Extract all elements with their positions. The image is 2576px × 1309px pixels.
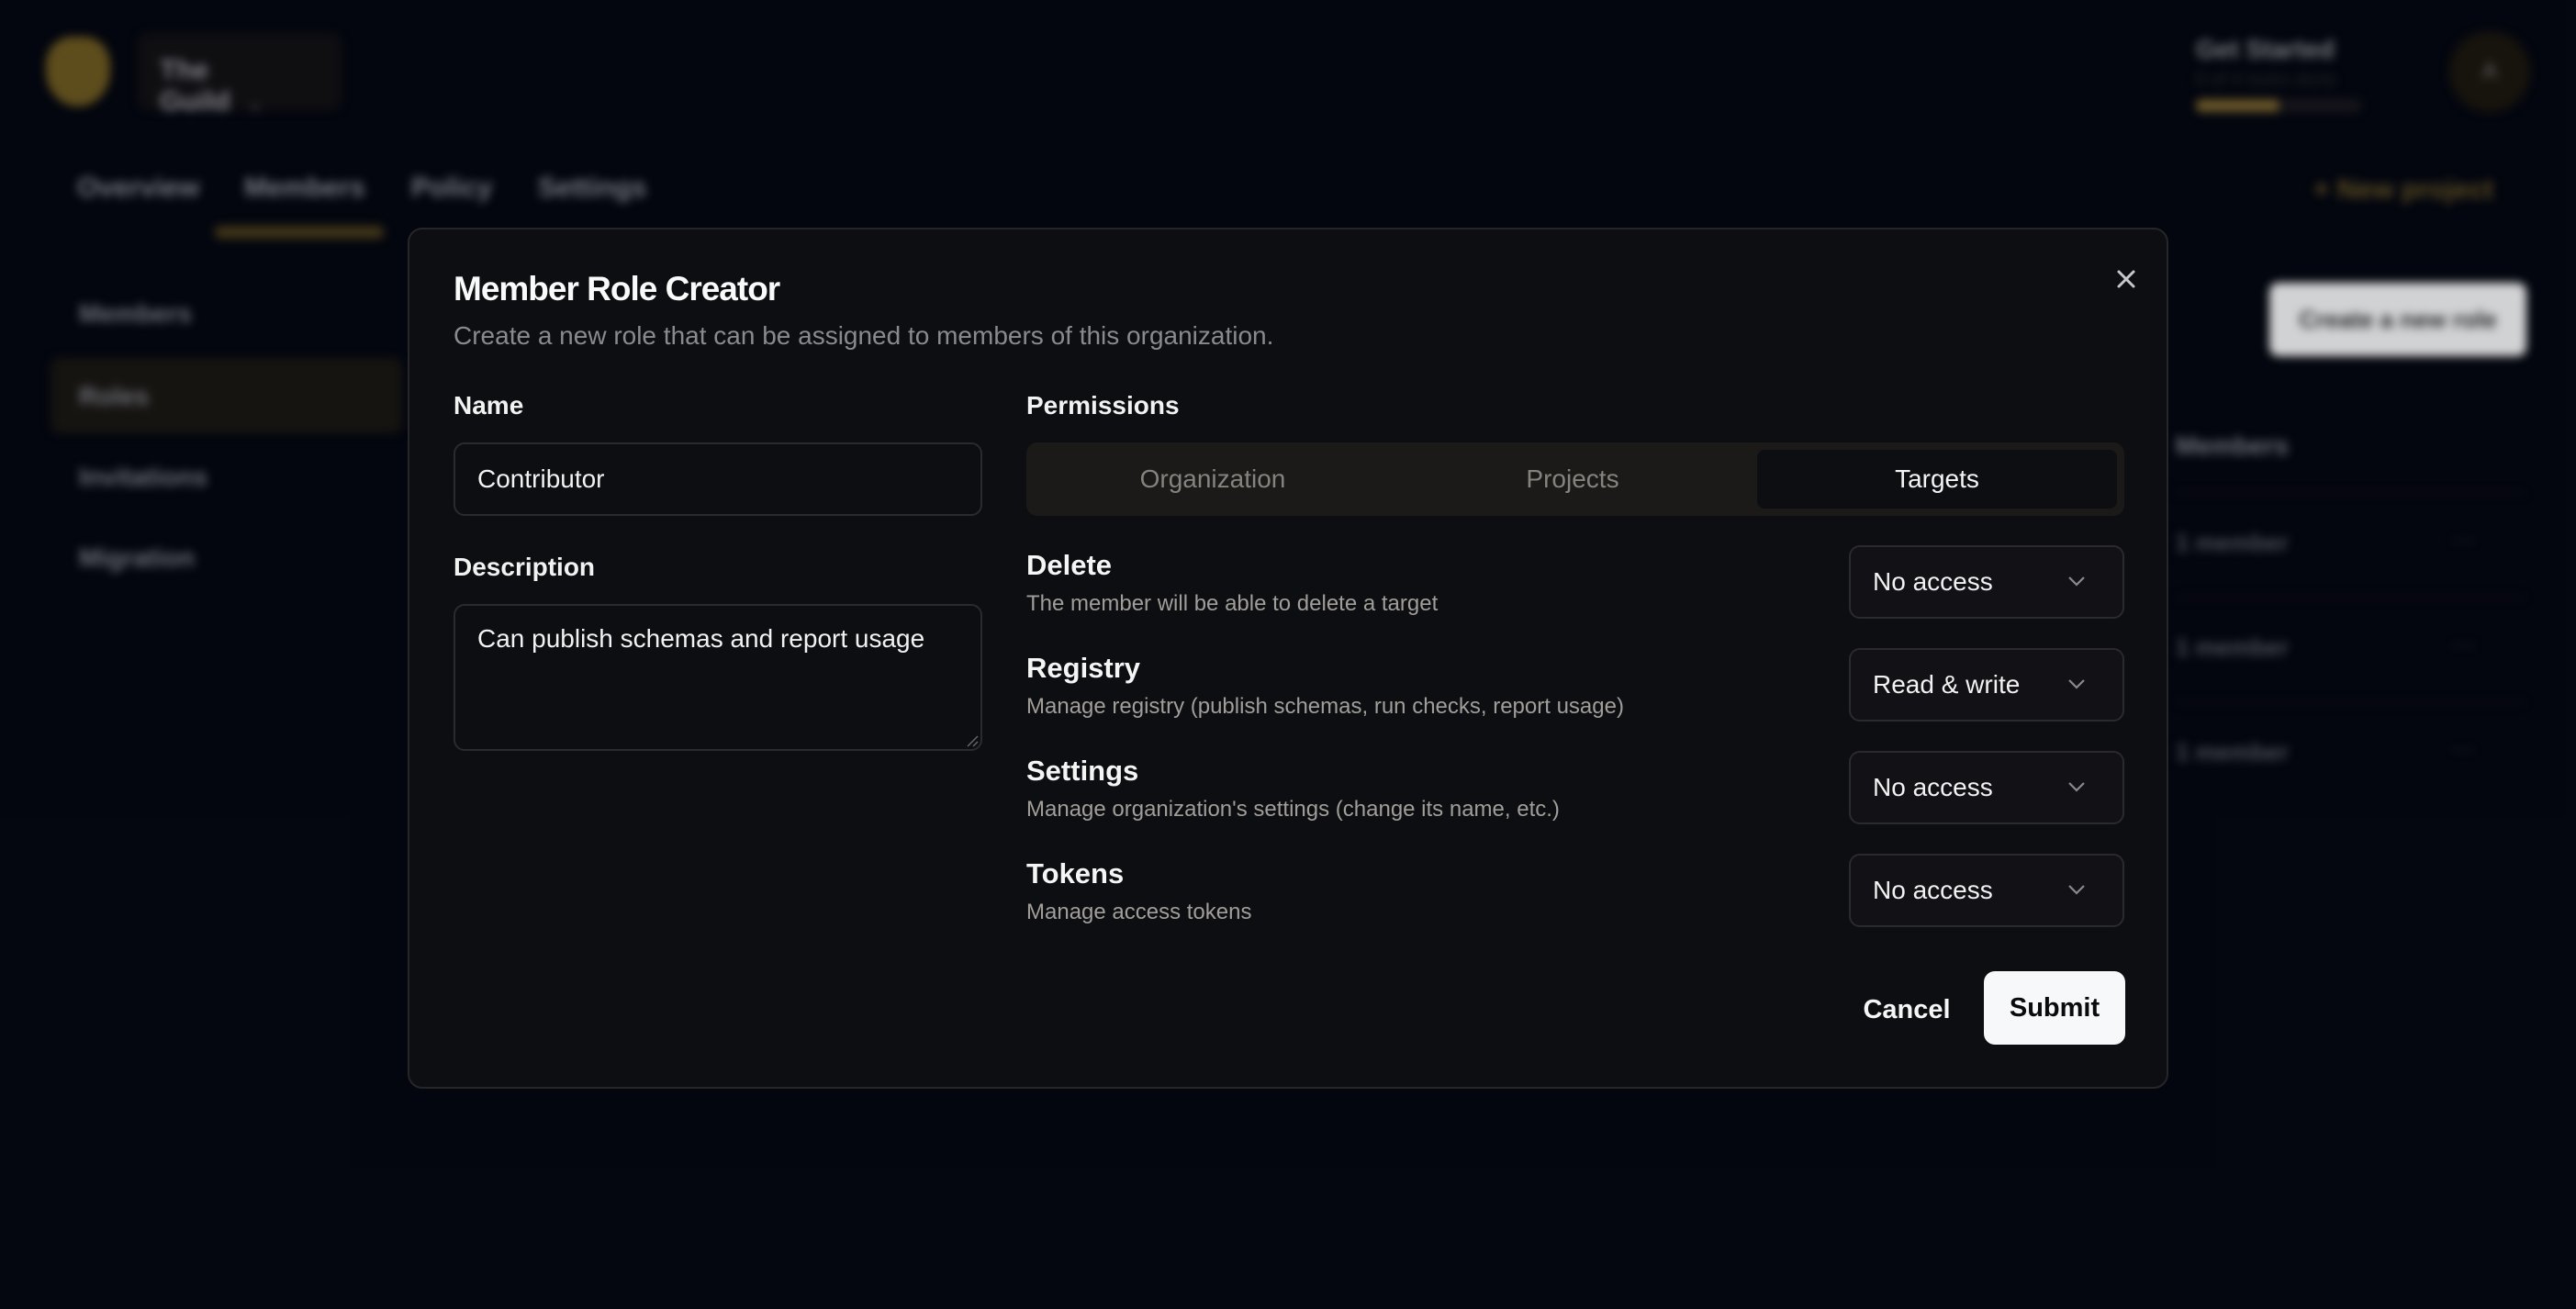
permissions-label: Permissions: [1026, 391, 1180, 420]
permission-title: Registry: [1026, 652, 1141, 684]
permission-description: Manage organization's settings (change i…: [1026, 797, 1560, 822]
permission-select-settings[interactable]: No access: [1849, 751, 2124, 824]
dialog-title: Member Role Creator: [454, 270, 780, 308]
permissions-tabs: Organization Projects Targets: [1026, 442, 2124, 516]
name-input[interactable]: Contributor: [454, 442, 982, 516]
permission-select-delete[interactable]: No access: [1849, 545, 2124, 619]
cancel-button[interactable]: Cancel: [1856, 973, 1957, 1046]
permission-select-tokens[interactable]: No access: [1849, 854, 2124, 927]
close-button[interactable]: [2110, 263, 2143, 296]
resize-handle-icon[interactable]: [966, 734, 979, 747]
description-label: Description: [454, 553, 596, 581]
permission-title: Tokens: [1026, 857, 1125, 889]
permission-title: Settings: [1026, 755, 1139, 787]
permission-description: The member will be able to delete a targ…: [1026, 591, 1439, 616]
chevron-down-icon: [2068, 576, 2085, 587]
permission-description: Manage access tokens: [1026, 900, 1252, 924]
permission-description: Manage registry (publish schemas, run ch…: [1026, 694, 1624, 719]
permission-title: Delete: [1026, 549, 1113, 581]
close-icon: [2117, 270, 2135, 288]
chevron-down-icon: [2068, 782, 2085, 792]
tab-organization[interactable]: Organization: [1034, 442, 1392, 516]
tab-targets[interactable]: Targets: [1757, 450, 2117, 509]
name-label: Name: [454, 391, 524, 420]
select-value: No access: [1873, 876, 1993, 904]
description-textarea[interactable]: Can publish schemas and report usage: [454, 604, 982, 751]
chevron-down-icon: [2068, 679, 2085, 689]
permission-select-registry[interactable]: Read & write: [1849, 648, 2124, 722]
submit-button[interactable]: Submit: [1984, 971, 2125, 1045]
member-role-creator-dialog: Member Role Creator Create a new role th…: [408, 228, 2168, 1089]
select-value: No access: [1873, 567, 1993, 596]
select-value: Read & write: [1873, 670, 2021, 699]
description-value: Can publish schemas and report usage: [477, 624, 925, 653]
chevron-down-icon: [2068, 885, 2085, 895]
tab-projects[interactable]: Projects: [1394, 442, 1752, 516]
select-value: No access: [1873, 773, 1993, 801]
dialog-subtitle: Create a new role that can be assigned t…: [454, 321, 1274, 350]
